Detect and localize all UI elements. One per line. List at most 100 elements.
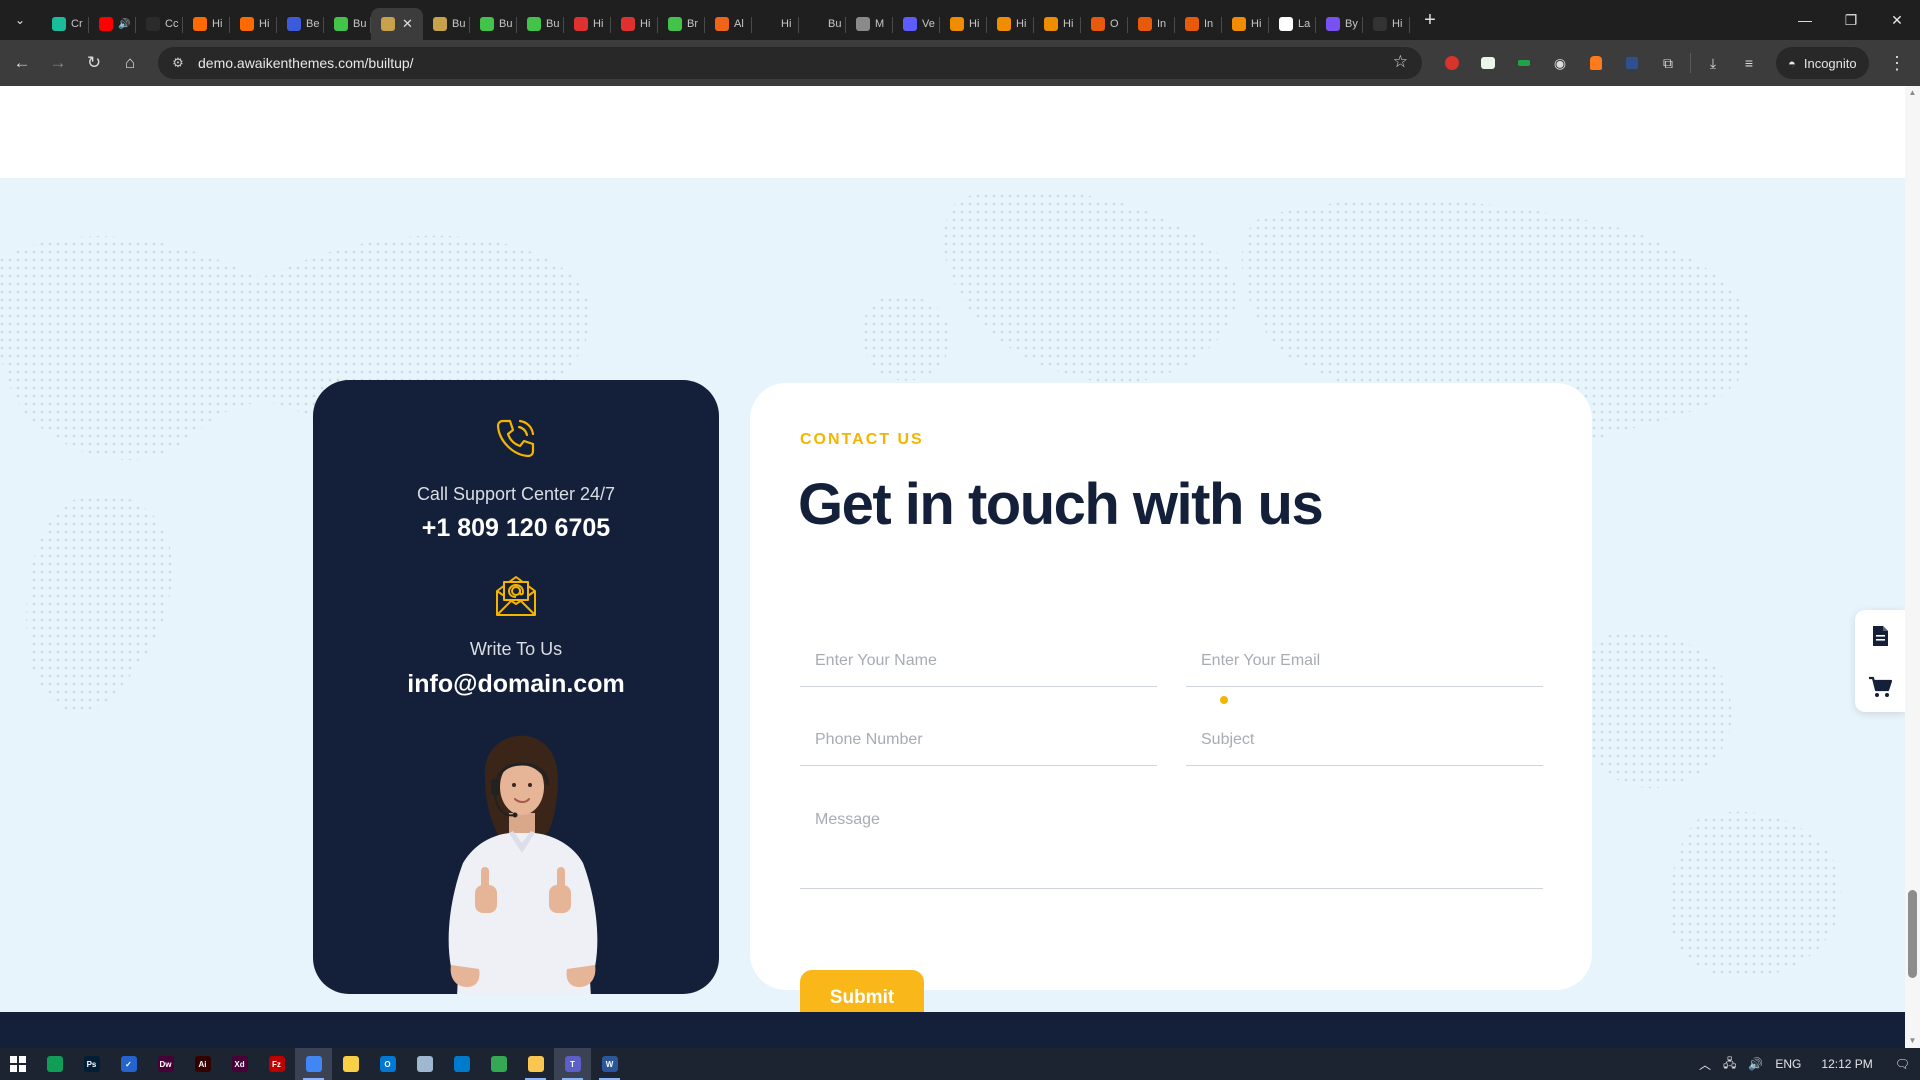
camera-extension-icon[interactable]: ◉	[1542, 47, 1578, 79]
taskbar-app-photoshop[interactable]: Ps	[73, 1048, 110, 1080]
browser-tab-active[interactable]: ✕	[371, 8, 423, 40]
tab-close-icon[interactable]: ✕	[402, 16, 413, 32]
scroll-down-arrow[interactable]: ▼	[1905, 1034, 1920, 1048]
url-text[interactable]: demo.awaikenthemes.com/builtup/	[198, 55, 414, 71]
browser-tab[interactable]: Hi	[230, 8, 277, 40]
taskbar-app-filezilla[interactable]: Fz	[258, 1048, 295, 1080]
browser-tab[interactable]: In	[1175, 8, 1222, 40]
browser-tab[interactable]: Be	[277, 8, 324, 40]
extension-icon-orange[interactable]	[1578, 47, 1614, 79]
browser-tab[interactable]: Bu	[517, 8, 564, 40]
start-button[interactable]	[0, 1048, 36, 1080]
browser-tab[interactable]: Hi	[1034, 8, 1081, 40]
browser-tab[interactable]: O	[1081, 8, 1128, 40]
browser-tab[interactable]: Br	[658, 8, 705, 40]
scroll-up-arrow[interactable]: ▲	[1905, 86, 1920, 100]
browser-tab[interactable]: In	[1128, 8, 1175, 40]
filezilla-icon: Fz	[268, 1056, 285, 1072]
taskbar-app-file-explorer[interactable]	[517, 1048, 554, 1080]
browser-tab[interactable]: La	[1269, 8, 1316, 40]
extension-icon-green-2[interactable]	[1506, 47, 1542, 79]
browser-tab[interactable]: Al	[705, 8, 752, 40]
browser-tab[interactable]: Hi	[752, 8, 799, 40]
bookmark-star-icon[interactable]: ☆	[1393, 52, 1408, 72]
phone-icon	[496, 419, 535, 458]
media-controls-icon[interactable]: ≡	[1731, 47, 1767, 79]
language-indicator[interactable]: ENG	[1775, 1057, 1801, 1071]
browser-tab[interactable]: Hi	[987, 8, 1034, 40]
file-explorer-icon	[527, 1056, 544, 1072]
volume-icon[interactable]: 🔊	[1748, 1057, 1763, 1071]
taskbar-app-chrome-2[interactable]	[480, 1048, 517, 1080]
browser-tab[interactable]: Bu	[324, 8, 371, 40]
show-hidden-icons-icon[interactable]: ︿	[1699, 1056, 1711, 1073]
taskbar-app-word[interactable]: W	[591, 1048, 628, 1080]
extension-icon-red[interactable]	[1434, 47, 1470, 79]
browser-tab[interactable]: Hi	[611, 8, 658, 40]
site-info-icon[interactable]: ⚙	[164, 49, 192, 77]
subject-field[interactable]	[1186, 714, 1543, 766]
network-icon[interactable]: 🖧	[1723, 1054, 1736, 1075]
browser-tab[interactable]: 🔊	[89, 8, 136, 40]
browser-tab[interactable]: Hi	[564, 8, 611, 40]
browser-tab[interactable]: Cc	[136, 8, 183, 40]
browser-tab[interactable]: M	[846, 8, 893, 40]
forward-button[interactable]: →	[42, 47, 74, 79]
browser-tab[interactable]: Hi	[1363, 8, 1410, 40]
taskbar-app-dreamweaver[interactable]: Dw	[147, 1048, 184, 1080]
notifications-icon[interactable]: 🗨	[1895, 1057, 1910, 1071]
taskbar-app-teams[interactable]: T	[554, 1048, 591, 1080]
scroll-thumb[interactable]	[1908, 890, 1917, 978]
downloads-icon[interactable]: ⤓	[1695, 47, 1731, 79]
close-window-button[interactable]: ✕	[1874, 0, 1920, 40]
browser-tab[interactable]: Hi	[183, 8, 230, 40]
minimize-button[interactable]: —	[1782, 0, 1828, 40]
taskbar-app-todo[interactable]: ✓	[110, 1048, 147, 1080]
message-field[interactable]	[800, 793, 1543, 889]
tab-title: Be	[306, 18, 320, 30]
browser-tab[interactable]: Hi	[940, 8, 987, 40]
browser-tab[interactable]: Bu	[470, 8, 517, 40]
taskbar-app-xd[interactable]: Xd	[221, 1048, 258, 1080]
incognito-indicator[interactable]: ◓ Incognito	[1776, 47, 1869, 79]
taskbar-app-illustrator[interactable]: Ai	[184, 1048, 221, 1080]
teams-icon: T	[564, 1056, 581, 1072]
extensions-puzzle-icon[interactable]: ⧉	[1650, 47, 1686, 79]
home-button[interactable]: ⌂	[114, 47, 146, 79]
write-label: Write To Us	[469, 639, 563, 659]
browser-tab[interactable]: Cr	[42, 8, 89, 40]
back-button[interactable]: ←	[6, 47, 38, 79]
page-scrollbar[interactable]: ▲ ▼	[1905, 86, 1920, 1048]
taskbar-app-sticky-notes[interactable]	[332, 1048, 369, 1080]
contact-section: Call Support Center 24/7 +1 809 120 6705…	[0, 178, 1905, 1013]
extension-icon-blue[interactable]	[1614, 47, 1650, 79]
taskbar-app-chrome[interactable]	[295, 1048, 332, 1080]
browser-tab[interactable]: Bu	[423, 8, 470, 40]
browser-tab[interactable]: Hi	[1222, 8, 1269, 40]
name-field[interactable]	[800, 635, 1157, 687]
submit-button[interactable]: Submit	[800, 970, 924, 1013]
reload-button[interactable]: ↻	[78, 47, 110, 79]
support-phone[interactable]: +1 809 120 6705	[313, 514, 719, 543]
cart-side-button[interactable]	[1855, 661, 1905, 712]
browser-tab[interactable]: By	[1316, 8, 1363, 40]
taskbar-app-notepad[interactable]	[406, 1048, 443, 1080]
email-field[interactable]	[1186, 635, 1543, 687]
tab-search-button[interactable]: ⌄	[6, 6, 34, 34]
taskbar-app-edge[interactable]	[36, 1048, 73, 1080]
support-email[interactable]: info@domain.com	[313, 670, 719, 699]
tab-audio-icon[interactable]: 🔊	[118, 19, 130, 30]
taskbar-app-vscode[interactable]	[443, 1048, 480, 1080]
browser-tab[interactable]: Ve	[893, 8, 940, 40]
extension-icon-green[interactable]	[1470, 47, 1506, 79]
document-side-button[interactable]	[1855, 610, 1905, 661]
restore-button[interactable]: ❐	[1828, 0, 1874, 40]
phone-field[interactable]	[800, 714, 1157, 766]
new-tab-button[interactable]: +	[1416, 9, 1444, 32]
taskbar-app-outlook[interactable]: O	[369, 1048, 406, 1080]
browser-tab[interactable]: Bu	[799, 8, 846, 40]
clock[interactable]: 12:12 PM	[1821, 1057, 1872, 1071]
address-bar[interactable]: ⚙ demo.awaikenthemes.com/builtup/ ☆	[158, 47, 1422, 79]
browser-menu-button[interactable]: ⋮	[1882, 47, 1912, 79]
support-agent-image	[448, 735, 598, 994]
